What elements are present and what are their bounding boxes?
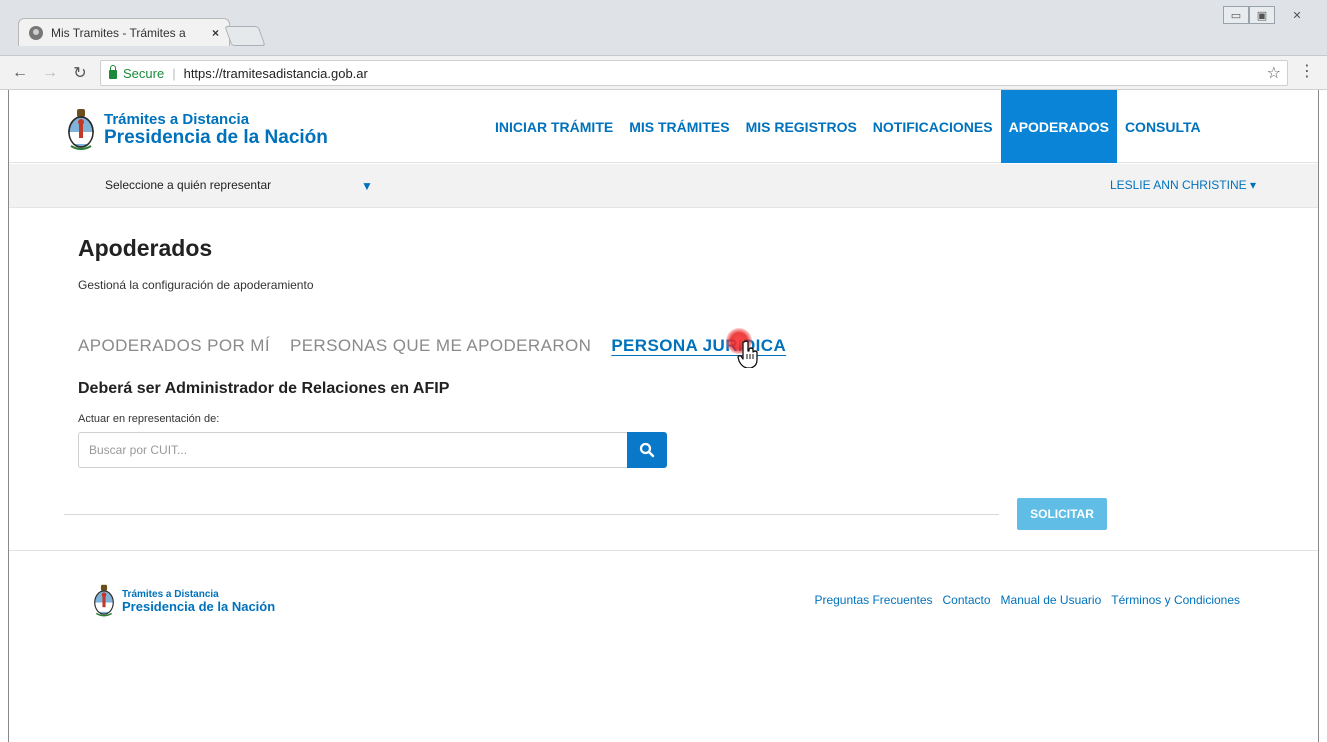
url-separator: | (172, 65, 176, 81)
forward-arrow-icon[interactable]: → (40, 64, 60, 82)
cuit-search-input[interactable] (78, 432, 627, 468)
new-tab-button[interactable] (224, 26, 266, 46)
field-label: Actuar en representación de: (78, 413, 220, 425)
tab-personas-que-me-apoderaron[interactable]: PERSONAS QUE ME APODERARON (290, 336, 591, 356)
page-viewport: Trámites a Distancia Presidencia de la N… (8, 90, 1319, 742)
browser-tab[interactable]: Mis Tramites - Trámites a × (18, 18, 230, 46)
page-subtitle: Gestioná la configuración de apoderamien… (78, 278, 314, 292)
star-icon[interactable]: ☆ (1267, 63, 1281, 83)
user-menu[interactable]: LESLIE ANN CHRISTINE ▾ (1110, 178, 1256, 192)
page-title: Apoderados (78, 235, 213, 261)
url-text: https://tramitesadistancia.gob.ar (183, 65, 368, 81)
favicon-icon (29, 25, 43, 40)
footer-link-preguntas[interactable]: Preguntas Frecuentes (814, 593, 932, 607)
nav-notificaciones[interactable]: NOTIFICACIONES (865, 90, 1001, 163)
hand-cursor-icon (737, 340, 758, 368)
caret-down-icon[interactable]: ▼ (361, 179, 373, 193)
tab-apoderados-por-mi[interactable]: APODERADOS POR MÍ (78, 336, 270, 356)
site-header: Trámites a Distancia Presidencia de la N… (9, 90, 1318, 163)
section-title: Deberá ser Administrador de Relaciones e… (78, 380, 450, 397)
tab-close-icon[interactable]: × (212, 26, 219, 40)
main-navigation: INICIAR TRÁMITE MIS TRÁMITES MIS REGISTR… (487, 90, 1209, 163)
nav-mis-tramites[interactable]: MIS TRÁMITES (621, 90, 737, 163)
brand-top: Trámites a Distancia (104, 111, 250, 128)
brand-text: Trámites a Distancia Presidencia de la N… (104, 112, 328, 148)
nav-apoderados[interactable]: APODERADOS (1000, 90, 1117, 163)
apoderados-tabs: APODERADOS POR MÍ PERSONAS QUE ME APODER… (78, 336, 806, 356)
representation-bar: Seleccione a quién representar ▼ LESLIE … (9, 164, 1318, 208)
footer-link-terminos[interactable]: Términos y Condiciones (1111, 593, 1240, 607)
maximize-icon[interactable]: ▣ (1249, 6, 1275, 24)
browser-toolbar: ← → ↻ Secure | https://tramitesadistanci… (0, 56, 1327, 90)
browser-titlebar: Mis Tramites - Trámites a × ▭ ▣ ✕ (0, 0, 1327, 56)
footer-link-contacto[interactable]: Contacto (943, 593, 991, 607)
footer-divider (9, 550, 1318, 551)
window-controls: ▭ ▣ ✕ (1223, 6, 1319, 24)
close-window-icon[interactable]: ✕ (1275, 6, 1319, 24)
nav-mis-registros[interactable]: MIS REGISTROS (738, 90, 865, 163)
brand-bottom: Presidencia de la Nación (104, 127, 328, 148)
nav-iniciar-tramite[interactable]: INICIAR TRÁMITE (487, 90, 621, 163)
lock-icon (109, 64, 117, 79)
search-icon (639, 442, 655, 458)
seal-icon (94, 584, 114, 617)
menu-dots-icon[interactable]: ⋮ (1299, 64, 1315, 80)
form-divider (64, 514, 999, 515)
reload-icon[interactable]: ↻ (70, 63, 90, 83)
footer-logo[interactable]: Trámites a Distancia Presidencia de la N… (92, 584, 275, 618)
site-logo[interactable]: Trámites a Distancia Presidencia de la N… (66, 108, 328, 152)
tab-title: Mis Tramites - Trámites a (51, 25, 186, 40)
secure-label: Secure (123, 65, 165, 81)
footer-link-manual[interactable]: Manual de Usuario (1001, 593, 1102, 607)
search-button[interactable] (627, 432, 667, 468)
footer-links: Preguntas Frecuentes Contacto Manual de … (814, 593, 1240, 607)
minimize-icon[interactable]: ▭ (1223, 6, 1249, 24)
footer-brand-top: Trámites a Distancia (122, 588, 219, 600)
footer-brand-text: Trámites a Distancia Presidencia de la N… (122, 589, 275, 614)
represent-select[interactable]: Seleccione a quién representar (105, 178, 271, 192)
seal-icon (68, 109, 94, 150)
address-bar[interactable]: Secure | https://tramitesadistancia.gob.… (100, 60, 1288, 86)
cuit-search (78, 432, 667, 468)
back-arrow-icon[interactable]: ← (10, 64, 30, 82)
tab-persona-juridica[interactable]: PERSONA JURIDICA (611, 336, 786, 356)
nav-consulta[interactable]: CONSULTA (1117, 90, 1209, 163)
footer-brand-bottom: Presidencia de la Nación (122, 598, 276, 614)
solicitar-button[interactable]: SOLICITAR (1017, 498, 1107, 530)
